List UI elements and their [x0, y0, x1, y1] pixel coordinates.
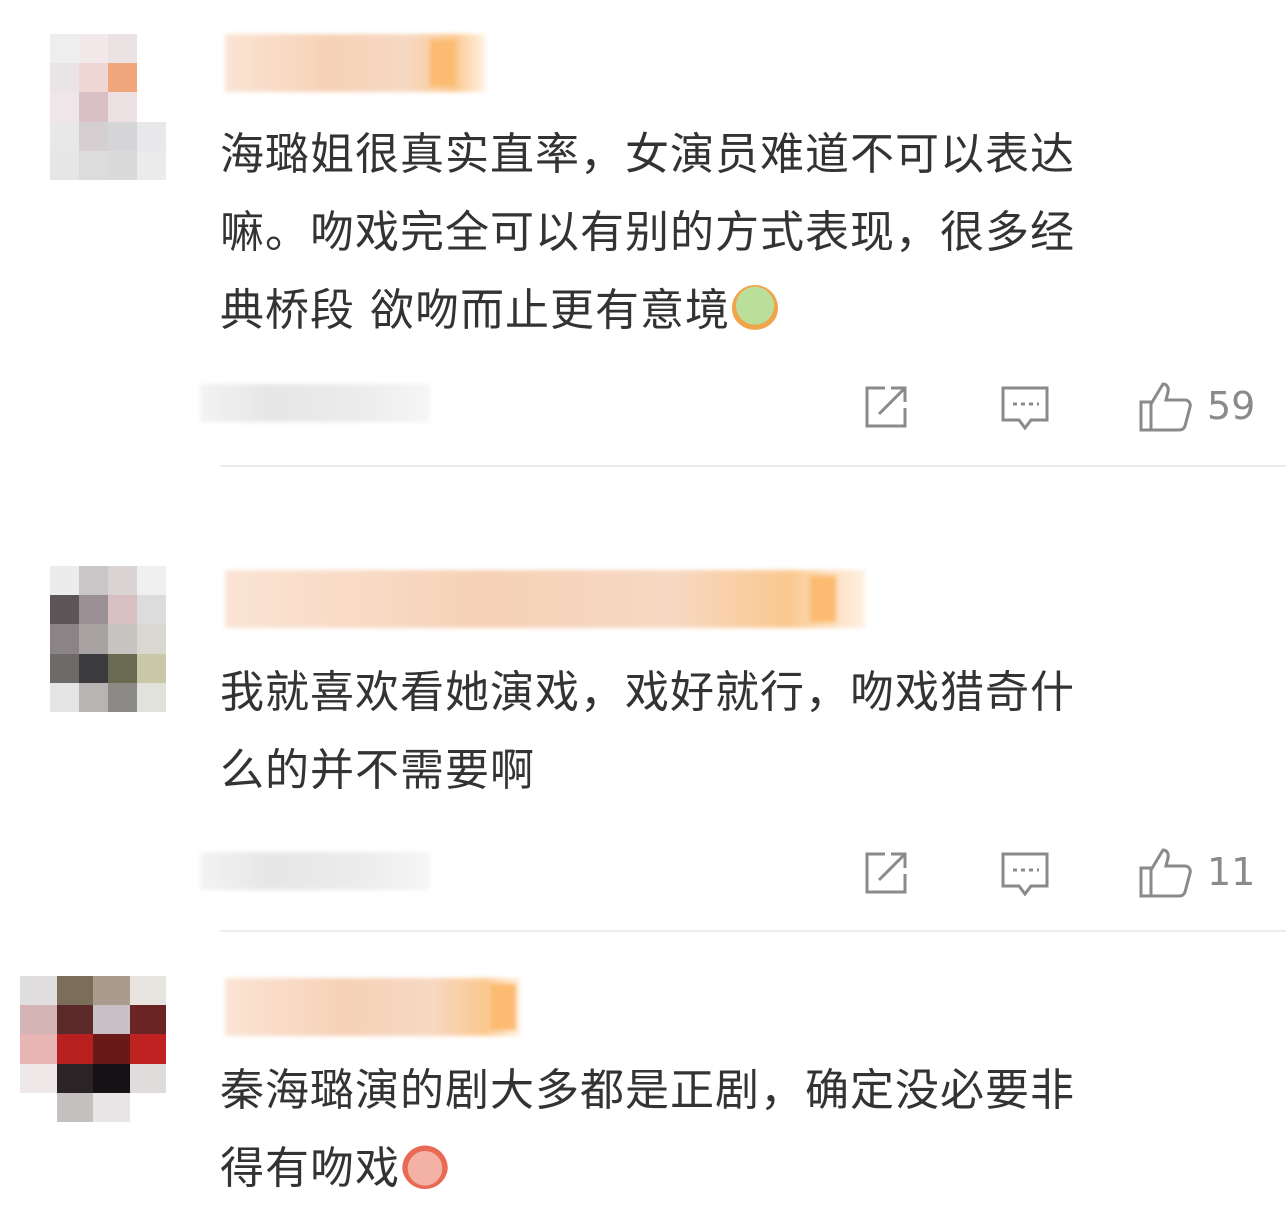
- username[interactable]: [225, 978, 520, 1036]
- comment-text: 秦海璐演的剧大多都是正剧，确定没必要非 得有吻戏: [220, 1065, 1075, 1194]
- avatar[interactable]: [20, 976, 166, 1122]
- angry-face-emoji: [402, 1143, 448, 1189]
- comment-item: 秦海璐演的剧大多都是正剧，确定没必要非 得有吻戏: [0, 0, 1286, 1196]
